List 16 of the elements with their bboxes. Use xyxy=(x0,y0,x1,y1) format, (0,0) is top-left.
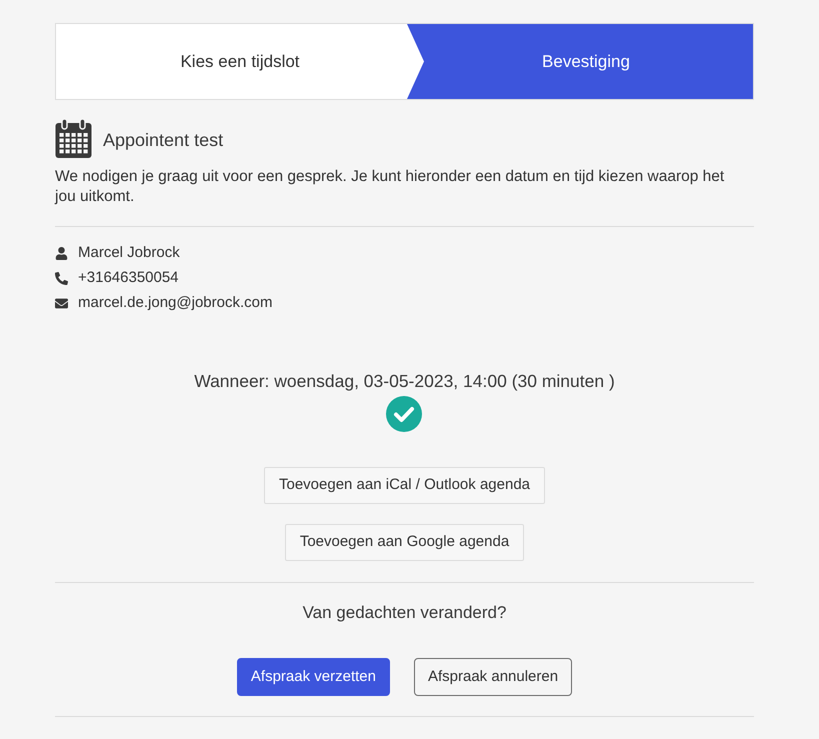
person-icon xyxy=(55,247,68,260)
reschedule-button[interactable]: Afspraak verzetten xyxy=(236,658,390,696)
add-to-calendar-button[interactable]: Toevoegen aan iCal / Outlook agenda xyxy=(264,467,545,504)
contact-text: Marcel Jobrock xyxy=(78,243,180,264)
appointment-when: Wanneer: woensdag, 03-05-2023, 14:00 (30 minuten ) xyxy=(194,370,615,392)
contact-text: marcel.de.jong@jobrock.com xyxy=(78,293,272,314)
contact-text: +31646350054 xyxy=(78,268,179,288)
appointment-description: We nodigen je graag uit voor een gesprek. Je kunt hieronder een datum en tijd kiezen waarop het jou uitkomt. xyxy=(55,167,726,207)
step-tab[interactable]: Bevestiging xyxy=(407,24,753,99)
appointment-title: Appointent test xyxy=(103,128,224,152)
phone-icon xyxy=(55,272,68,285)
add-to-calendar-button[interactable]: Toevoegen aan Google agenda xyxy=(284,524,524,561)
envelope-icon xyxy=(55,297,68,310)
cancel-button[interactable]: Afspraak annuleren xyxy=(414,658,572,696)
change-question: Van gedachten veranderd? xyxy=(302,602,506,624)
calendar-icon xyxy=(55,119,92,158)
